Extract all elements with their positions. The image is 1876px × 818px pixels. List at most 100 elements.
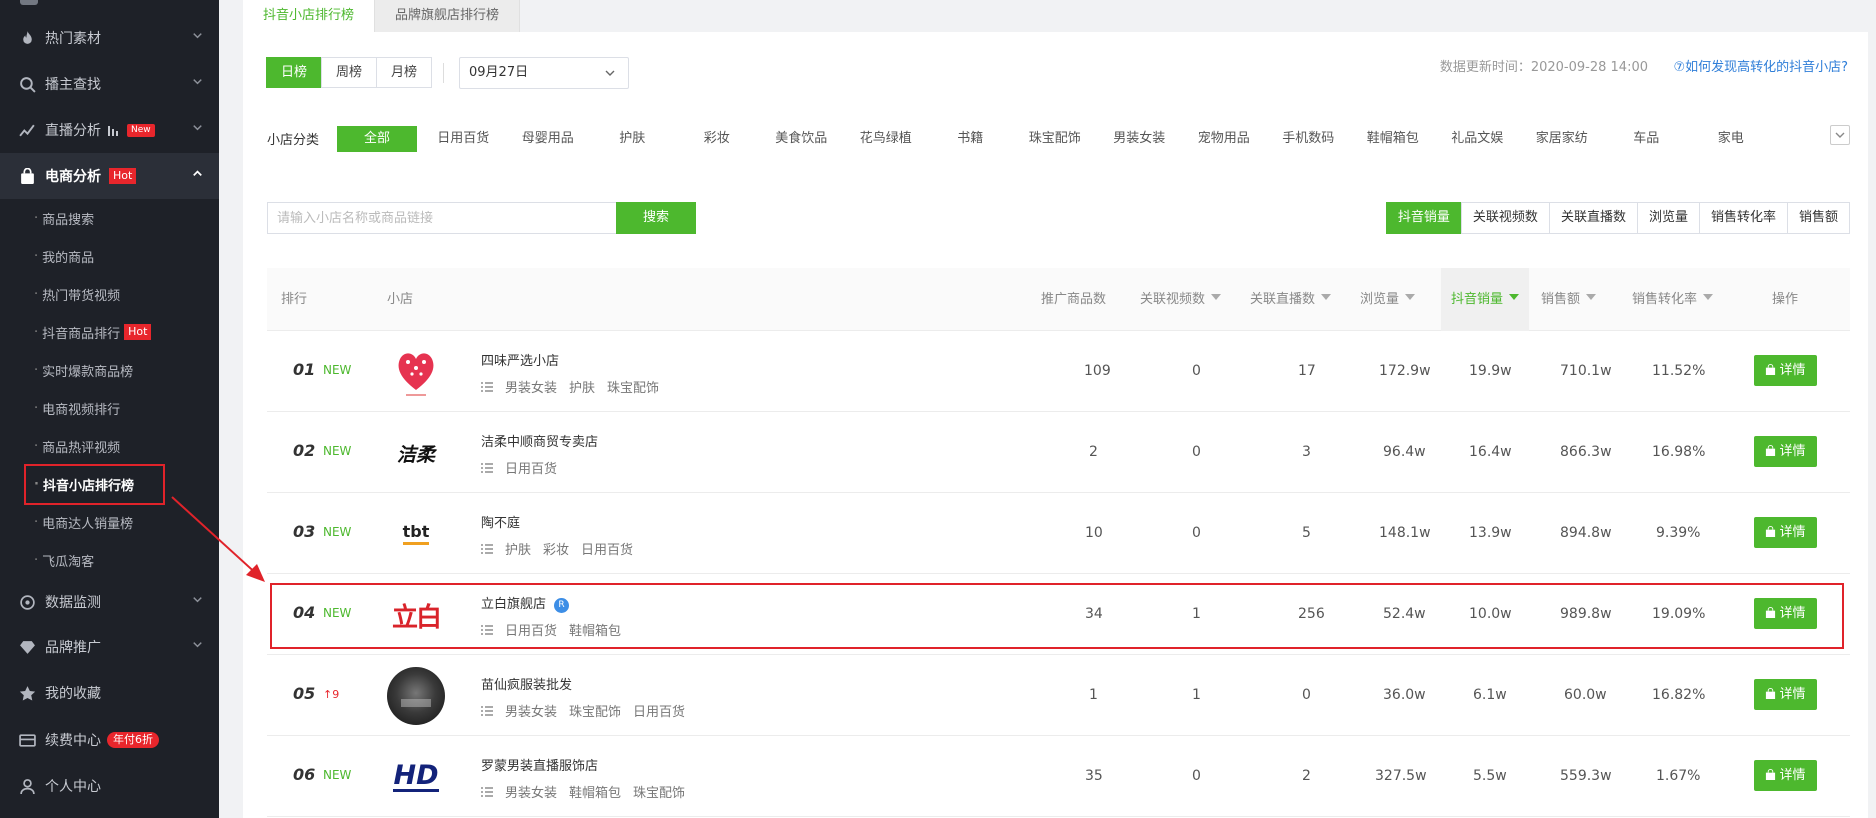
detail-button[interactable]: 详情 bbox=[1754, 436, 1817, 467]
subitem-product-search[interactable]: · 商品搜索 bbox=[34, 199, 94, 237]
header-revenue[interactable]: 销售额 bbox=[1541, 268, 1597, 331]
shop-name[interactable]: 陶不庭 bbox=[481, 512, 520, 531]
tab-brand-ranking[interactable]: 品牌旗舰店排行榜 bbox=[375, 0, 521, 32]
subitem-label: 商品搜索 bbox=[42, 212, 95, 228]
category-option[interactable]: 美食饮品 bbox=[759, 126, 844, 152]
metric-revenue-button[interactable]: 销售额 bbox=[1786, 202, 1850, 234]
sidebar-item-live-analysis[interactable]: 直播分析 New bbox=[0, 107, 219, 153]
shop-category: 男装女装 bbox=[505, 705, 558, 720]
tab-shop-ranking[interactable]: 抖音小店排行榜 bbox=[243, 0, 376, 32]
date-select[interactable]: 09月27日 bbox=[459, 57, 629, 89]
subitem-review-videos[interactable]: · 商品热评视频 bbox=[34, 427, 120, 465]
list-icon bbox=[481, 543, 493, 554]
category-option[interactable]: 书籍 bbox=[928, 126, 1013, 152]
sidebar-item-label: 数据监测 bbox=[45, 595, 101, 611]
cell-revenue: 866.3w bbox=[1560, 444, 1612, 460]
scrollbar[interactable] bbox=[1868, 0, 1876, 818]
header-sales[interactable]: 抖音销量 bbox=[1441, 268, 1530, 331]
shop-name[interactable]: 洁柔中顺商贸专卖店 bbox=[481, 431, 598, 450]
cell-conversion: 9.39% bbox=[1656, 525, 1701, 541]
header-conversion[interactable]: 销售转化率 bbox=[1632, 268, 1714, 331]
cell-views: 36.0w bbox=[1383, 687, 1426, 703]
shop-logo[interactable]: 洁柔 bbox=[387, 424, 445, 482]
detail-label: 详情 bbox=[1779, 444, 1806, 459]
subitem-product-ranking[interactable]: · 抖音商品排行 Hot bbox=[34, 313, 152, 351]
rank-number: 03 bbox=[293, 522, 316, 541]
sidebar-item-profile[interactable]: 个人中心 bbox=[0, 763, 219, 809]
category-option[interactable]: 花鸟绿植 bbox=[844, 126, 929, 152]
search-input[interactable] bbox=[267, 202, 617, 234]
search-button[interactable]: 搜索 bbox=[616, 202, 696, 234]
cell-lives: 17 bbox=[1298, 363, 1316, 379]
shop-logo[interactable] bbox=[387, 343, 445, 401]
category-option[interactable]: 护肤 bbox=[590, 126, 675, 152]
category-option[interactable]: 车品 bbox=[1604, 126, 1689, 152]
header-videos[interactable]: 关联视频数 bbox=[1140, 268, 1222, 331]
subitem-influencer-sales[interactable]: · 电商达人销量榜 bbox=[34, 503, 133, 541]
shop-category: 珠宝配饰 bbox=[569, 705, 622, 720]
rank-change: NEW bbox=[323, 525, 352, 539]
cell-videos: 0 bbox=[1192, 768, 1201, 784]
cell-views: 96.4w bbox=[1383, 444, 1426, 460]
cell-lives: 2 bbox=[1302, 768, 1311, 784]
search-icon bbox=[18, 75, 37, 94]
category-option[interactable]: 家电 bbox=[1689, 126, 1774, 152]
detail-label: 详情 bbox=[1779, 768, 1806, 783]
cell-sales: 5.5w bbox=[1473, 768, 1507, 784]
detail-button[interactable]: 详情 bbox=[1754, 355, 1817, 386]
header-lives[interactable]: 关联直播数 bbox=[1250, 268, 1332, 331]
jierou-logo-text: 洁柔 bbox=[396, 443, 435, 466]
period-monthly-button[interactable]: 月榜 bbox=[376, 57, 433, 88]
shop-category: 日用百货 bbox=[505, 462, 558, 477]
sidebar-item-renewal[interactable]: 续费中心 年付6折 bbox=[0, 717, 219, 763]
category-option[interactable]: 母婴用品 bbox=[506, 126, 591, 152]
shop-name[interactable]: 四味严选小店 bbox=[481, 350, 559, 369]
sidebar-item-favorites[interactable]: 我的收藏 bbox=[0, 670, 219, 716]
period-daily-button[interactable]: 日榜 bbox=[266, 57, 323, 88]
detail-button[interactable]: 详情 bbox=[1754, 679, 1817, 710]
category-option[interactable]: 家居家纺 bbox=[1520, 126, 1605, 152]
sidebar-item-ecommerce-analysis[interactable]: 电商分析 Hot bbox=[0, 153, 219, 199]
subitem-hot-videos[interactable]: · 热门带货视频 bbox=[34, 275, 120, 313]
metric-views-button[interactable]: 浏览量 bbox=[1636, 202, 1700, 234]
expand-categories-button[interactable] bbox=[1830, 125, 1850, 145]
category-option[interactable]: 礼品文娱 bbox=[1435, 126, 1520, 152]
period-weekly-button[interactable]: 周榜 bbox=[321, 57, 378, 88]
subitem-my-products[interactable]: · 我的商品 bbox=[34, 237, 94, 275]
cell-products: 2 bbox=[1089, 444, 1098, 460]
shop-name[interactable]: 苗仙疯服装批发 bbox=[481, 674, 572, 693]
shop-name[interactable]: 罗蒙男装直播服饰店 bbox=[481, 755, 598, 774]
category-option[interactable]: 珠宝配饰 bbox=[1013, 126, 1098, 152]
shop-logo[interactable]: HD bbox=[387, 748, 445, 806]
subitem-label: 飞瓜淘客 bbox=[42, 554, 95, 570]
subitem-realtime-hits[interactable]: · 实时爆款商品榜 bbox=[34, 351, 133, 389]
sidebar-item-data-monitor[interactable]: 数据监测 bbox=[0, 579, 219, 625]
sort-down-icon bbox=[1509, 294, 1520, 300]
category-option[interactable]: 男装女装 bbox=[1097, 126, 1182, 152]
category-option[interactable]: 鞋帽箱包 bbox=[1351, 126, 1436, 152]
shop-logo[interactable]: tbt bbox=[387, 505, 445, 563]
category-option[interactable]: 日用百货 bbox=[421, 126, 506, 152]
help-link[interactable]: ⑦如何发现高转化的抖音小店? bbox=[1673, 60, 1848, 76]
shop-logo[interactable] bbox=[387, 667, 445, 725]
detail-button[interactable]: 详情 bbox=[1754, 517, 1817, 548]
metric-sales-button[interactable]: 抖音销量 bbox=[1385, 202, 1462, 234]
cell-views: 327.5w bbox=[1375, 768, 1427, 784]
header-views[interactable]: 浏览量 bbox=[1360, 268, 1416, 331]
cell-revenue: 559.3w bbox=[1560, 768, 1612, 784]
metric-videos-button[interactable]: 关联视频数 bbox=[1460, 202, 1550, 234]
subitem-video-ranking[interactable]: · 电商视频排行 bbox=[34, 389, 120, 427]
card-icon bbox=[18, 731, 37, 750]
category-option[interactable]: 宠物用品 bbox=[1182, 126, 1267, 152]
category-option[interactable]: 手机数码 bbox=[1266, 126, 1351, 152]
shop-categories: 男装女装 珠宝配饰 日用百货 bbox=[481, 701, 697, 720]
sidebar-item-hot-material[interactable]: 热门素材 bbox=[0, 15, 219, 61]
metric-conversion-button[interactable]: 销售转化率 bbox=[1698, 202, 1788, 234]
category-option[interactable]: 全部 bbox=[337, 126, 417, 152]
metric-lives-button[interactable]: 关联直播数 bbox=[1548, 202, 1638, 234]
detail-button[interactable]: 详情 bbox=[1754, 760, 1817, 791]
sidebar-item-brand-promo[interactable]: 品牌推广 bbox=[0, 624, 219, 670]
sidebar-item-streamer-search[interactable]: 播主查找 bbox=[0, 61, 219, 107]
category-option[interactable]: 彩妆 bbox=[675, 126, 760, 152]
subitem-feigua-taoke[interactable]: · 飞瓜淘客 bbox=[34, 541, 94, 579]
